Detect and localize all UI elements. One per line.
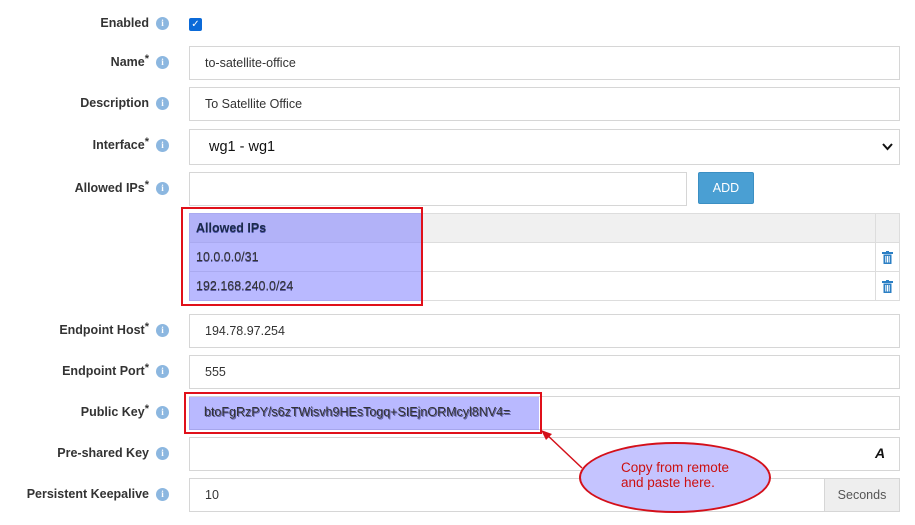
allowed-ip-overlay: 10.0.0.0/31 [196,250,259,264]
enabled-row: Enabled i ✓ [0,14,915,34]
endpoint-port-input[interactable]: 555 [189,355,900,389]
endpoint-port-row: Endpoint Port* i 555 [0,355,915,389]
persistent-keepalive-row: Persistent Keepalive i 10 [0,478,915,512]
description-input[interactable]: To Satellite Office [189,87,900,121]
interface-label: Interface* [92,136,149,152]
persistent-keepalive-label: Persistent Keepalive [26,487,149,501]
info-icon[interactable]: i [156,97,169,110]
allowed-ips-label: Allowed IPs* [74,179,149,195]
preshared-key-row: Pre-shared Key i A [0,437,915,471]
allowed-ips-header-overlay: Allowed IPs [196,221,267,235]
endpoint-host-row: Endpoint Host* i 194.78.97.254 [0,314,915,348]
name-row: Name* i to-satellite-office [0,46,915,80]
info-icon[interactable]: i [156,447,169,460]
enabled-checkbox[interactable]: ✓ [189,18,202,31]
name-label: Name* [110,53,149,69]
info-icon[interactable]: i [156,56,169,69]
chevron-down-icon [882,130,893,164]
info-icon[interactable]: i [156,324,169,337]
trash-icon[interactable] [882,251,893,264]
interface-select[interactable]: wg1 - wg1 [189,129,900,165]
allowed-ips-input[interactable] [189,172,687,206]
public-key-label: Public Key* [80,403,149,419]
public-key-overlay: btoFgRzPY/s6zTWisvh9HEsTogq+SIEjnORMcyl8… [204,405,511,419]
trash-icon[interactable] [882,280,893,293]
add-allowed-ip-button[interactable]: ADD [698,172,754,204]
info-icon[interactable]: i [156,365,169,378]
allowed-ips-row: Allowed IPs* i [0,172,915,206]
name-input[interactable]: to-satellite-office [189,46,900,80]
table-column-divider [875,214,876,300]
annotation-bubble: Copy from remote and paste here. [579,442,771,513]
allowed-ip-overlay: 192.168.240.0/24 [196,279,294,293]
description-label: Description [80,96,149,110]
enabled-label: Enabled [100,16,149,30]
endpoint-port-label: Endpoint Port* [62,362,149,378]
info-icon[interactable]: i [156,182,169,195]
seconds-unit-addon: Seconds [824,478,900,512]
info-icon[interactable]: i [156,488,169,501]
info-icon[interactable]: i [156,17,169,30]
info-icon[interactable]: i [156,139,169,152]
show-password-icon[interactable]: A [875,445,885,461]
interface-select-value: wg1 - wg1 [209,139,276,155]
preshared-key-label: Pre-shared Key [57,446,149,460]
info-icon[interactable]: i [156,406,169,419]
endpoint-host-label: Endpoint Host* [59,321,149,337]
description-row: Description i To Satellite Office [0,87,915,121]
interface-row: Interface* i wg1 - wg1 [0,129,915,165]
annotation-arrow [541,430,583,469]
endpoint-host-input[interactable]: 194.78.97.254 [189,314,900,348]
annotation-text: Copy from remote and paste here. [621,460,730,490]
